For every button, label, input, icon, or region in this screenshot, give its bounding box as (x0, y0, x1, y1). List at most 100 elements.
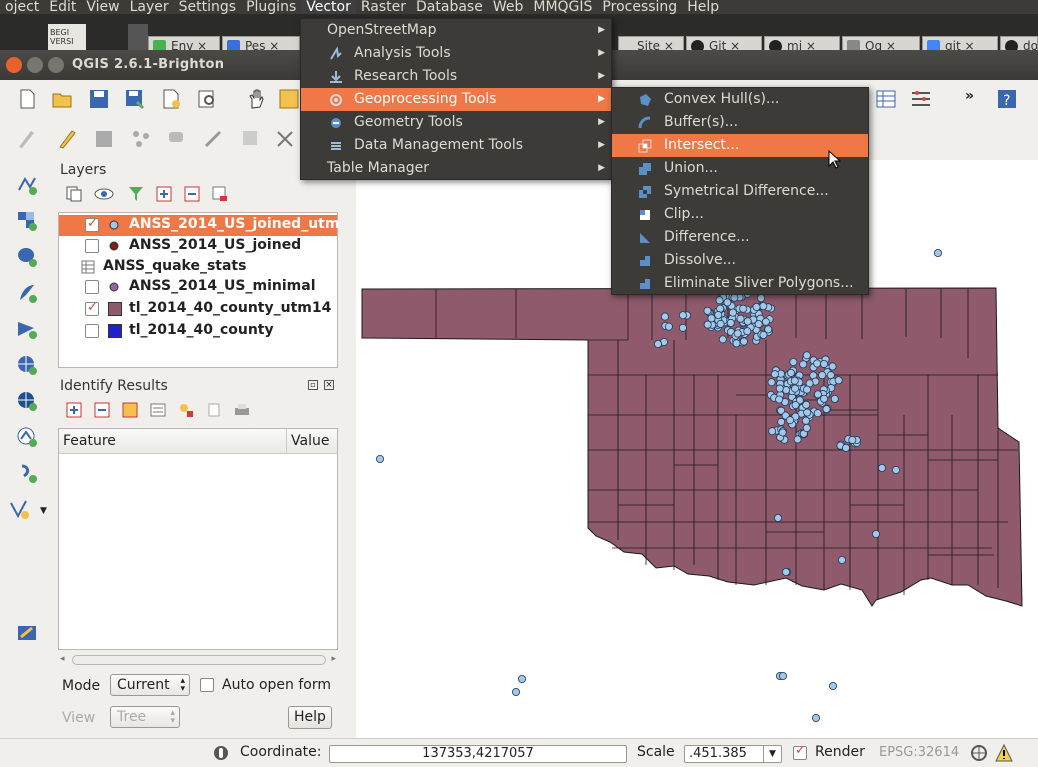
crs-status-icon[interactable] (970, 744, 988, 762)
layer-visibility-checkbox[interactable] (85, 300, 99, 316)
add-wcs-layer-icon[interactable] (16, 390, 38, 412)
toolbar-overflow-icon[interactable]: » (965, 88, 974, 104)
add-spatialite-layer-icon[interactable] (16, 282, 38, 304)
close-panel-icon[interactable]: × (324, 380, 334, 390)
cut-features-icon[interactable] (274, 128, 296, 150)
toggle-editing-icon[interactable] (57, 128, 79, 150)
menu-vector[interactable]: Vector (301, 0, 356, 14)
clear-results-icon[interactable] (178, 402, 194, 418)
pan-icon[interactable] (245, 88, 267, 110)
menu-item-difference[interactable]: Difference... (612, 226, 868, 249)
new-print-composer-icon[interactable] (160, 88, 182, 110)
menu-item-analysis-tools[interactable]: Analysis Tools ▶ (301, 42, 611, 65)
coordinate-field[interactable]: 137353,4217057 (329, 745, 627, 763)
copy-icon[interactable] (206, 402, 222, 418)
help-button[interactable]: Help (288, 706, 332, 729)
layer-visibility-checkbox[interactable] (85, 239, 99, 253)
warning-icon[interactable] (995, 744, 1013, 762)
add-group-icon[interactable] (66, 186, 82, 202)
collapse-all-icon[interactable] (184, 186, 200, 202)
layer-row[interactable]: ANSS_quake_stats (59, 257, 337, 278)
render-checkbox[interactable]: ✓ (793, 743, 807, 760)
menu-item-geometry-tools[interactable]: Geometry Tools ▶ (301, 111, 611, 134)
expand-new-icon[interactable] (122, 402, 138, 418)
menu-help[interactable]: Help (682, 0, 724, 14)
open-form-icon[interactable] (150, 402, 166, 418)
column-header-value[interactable]: Value (287, 429, 337, 454)
menu-item-eliminate-sliver[interactable]: Eliminate Sliver Polygons... (612, 272, 868, 295)
collapse-tree-icon[interactable] (94, 402, 110, 418)
help-icon[interactable]: ? (996, 88, 1018, 110)
add-feature-icon[interactable] (130, 128, 152, 150)
expand-all-icon[interactable] (156, 186, 172, 202)
add-vector-layer-icon[interactable] (16, 174, 38, 196)
print-icon[interactable] (234, 402, 250, 418)
menu-processing[interactable]: Processing (597, 0, 682, 14)
menu-plugins[interactable]: Plugins (241, 0, 301, 14)
menu-raster[interactable]: Raster (356, 0, 411, 14)
expand-tree-icon[interactable] (66, 402, 82, 418)
menu-item-research-tools[interactable]: Research Tools ▶ (301, 65, 611, 88)
layer-row[interactable]: tl_2014_40_county_utm14 (59, 299, 337, 320)
menu-settings[interactable]: Settings (174, 0, 241, 14)
add-delimited-text-icon[interactable] (16, 462, 38, 484)
scale-combo[interactable]: .451.385 ▼ (684, 745, 782, 763)
auto-open-form-checkbox[interactable] (200, 678, 214, 692)
layer-row[interactable]: ANSS_2014_US_joined (59, 236, 337, 257)
menu-item-convex-hull[interactable]: Convex Hull(s)... (612, 88, 868, 111)
menu-item-table-manager[interactable]: Table Manager ▶ (301, 157, 611, 180)
menu-item-dissolve[interactable]: Dissolve... (612, 249, 868, 272)
menu-item-clip[interactable]: Clip... (612, 203, 868, 226)
composer-manager-icon[interactable] (196, 88, 218, 110)
layer-visibility-checkbox[interactable] (85, 324, 99, 338)
add-wfs-layer-icon[interactable] (16, 426, 38, 448)
save-project-icon[interactable] (88, 88, 110, 110)
menu-view[interactable]: View (81, 0, 124, 14)
menu-layer[interactable]: Layer (125, 0, 174, 14)
save-as-icon[interactable] (124, 88, 146, 110)
scroll-right-icon[interactable]: ▸ (331, 654, 336, 664)
close-icon[interactable] (6, 57, 22, 73)
crs-label[interactable]: EPSG:32614 (879, 745, 959, 760)
layer-row[interactable]: tl_2014_40_county (59, 321, 337, 342)
attribute-table-icon[interactable] (875, 88, 897, 110)
menu-item-data-management-tools[interactable]: Data Management Tools ▶ (301, 134, 611, 157)
scrollbar-thumb[interactable] (72, 655, 326, 665)
menu-edit[interactable]: Edit (44, 0, 81, 14)
view-select[interactable]: Tree ▴ ▾ (110, 706, 180, 728)
menu-item-buffer[interactable]: Buffer(s)... (612, 111, 868, 134)
menu-item-symmetrical-difference[interactable]: Symetrical Difference... (612, 180, 868, 203)
menu-item-geoprocessing-tools[interactable]: Geoprocessing Tools ▶ (301, 88, 611, 111)
layer-visibility-checkbox[interactable] (85, 280, 99, 294)
menu-database[interactable]: Database (411, 0, 488, 14)
horizontal-scrollbar[interactable]: ◂ ▸ (58, 652, 338, 668)
layer-row[interactable]: ANSS_2014_US_minimal (59, 277, 337, 298)
digitize-icon[interactable] (16, 128, 38, 150)
pan-to-selection-icon[interactable] (278, 88, 300, 110)
column-header-feature[interactable]: Feature (59, 429, 287, 454)
mouse-coordinate-icon[interactable] (212, 744, 230, 762)
add-postgis-layer-icon[interactable] (16, 246, 38, 268)
menu-project[interactable]: oject (0, 0, 44, 14)
save-edits-icon[interactable] (93, 128, 115, 150)
minimize-icon[interactable] (27, 57, 43, 73)
new-project-icon[interactable] (16, 88, 38, 110)
scroll-left-icon[interactable]: ◂ (60, 654, 65, 664)
visibility-eye-icon[interactable] (94, 187, 114, 201)
add-mssql-layer-icon[interactable] (16, 318, 38, 340)
annotation-icon[interactable] (16, 622, 38, 644)
float-panel-icon[interactable]: ▫ (308, 380, 318, 390)
mode-select[interactable]: Current ▴ ▾ (110, 674, 190, 696)
add-wms-layer-icon[interactable] (16, 354, 38, 376)
add-raster-layer-icon[interactable] (16, 210, 38, 232)
chevron-down-icon[interactable]: ▼ (763, 746, 781, 762)
maximize-icon[interactable] (48, 57, 64, 73)
menu-mmqgis[interactable]: MMQGIS (528, 0, 597, 14)
open-project-icon[interactable] (51, 88, 73, 110)
layer-row[interactable]: ANSS_2014_US_joined_utm (59, 215, 339, 236)
move-feature-icon[interactable] (166, 128, 188, 150)
menu-web[interactable]: Web (488, 0, 529, 14)
new-shapefile-icon[interactable] (8, 498, 30, 520)
chevron-down-icon[interactable]: ▼ (40, 506, 47, 516)
layer-visibility-checkbox[interactable] (85, 216, 99, 232)
